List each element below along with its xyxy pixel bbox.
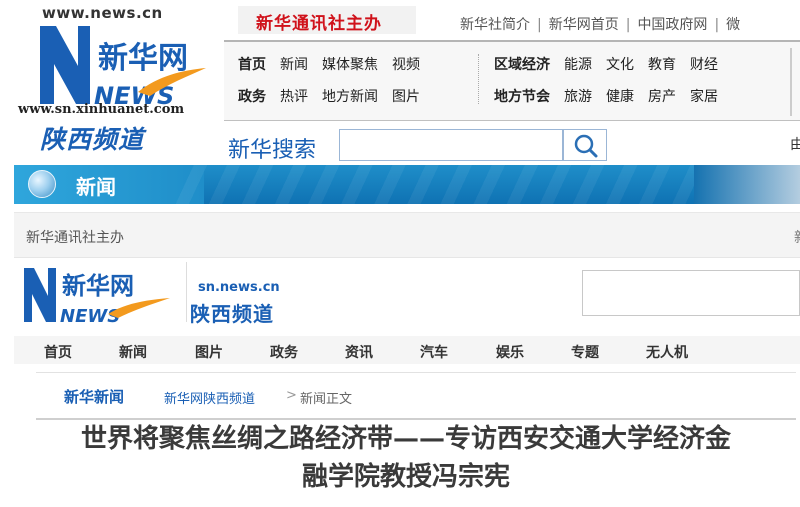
breadcrumb-top-rule: [36, 372, 796, 373]
top-link-about[interactable]: 新华社简介: [460, 17, 530, 33]
channel-url: sn.news.cn: [198, 280, 280, 295]
nav-item-realestate[interactable]: 房产: [648, 89, 676, 105]
top-link-separator: |: [714, 17, 720, 33]
breadcrumb-current: 新闻正文: [300, 392, 353, 407]
nav-row-1-right: 区域经济 能源 文化 教育 财经: [494, 54, 732, 76]
nav-row-1: 首页 新闻 媒体聚焦 视频: [238, 54, 434, 76]
nav-item-festival[interactable]: 地方节会: [494, 89, 550, 105]
globe-icon: [28, 170, 56, 198]
xinhua-news-logo-mark: NEWS 新华网: [40, 26, 206, 108]
top-link-home[interactable]: 新华网首页: [549, 17, 619, 33]
channel-nav: 首页 新闻 图片 政务 资讯 汽车 娱乐 专题 无人机: [14, 336, 800, 364]
nav-right-divider: [790, 48, 792, 116]
nav-item-home-decor[interactable]: 家居: [690, 89, 718, 105]
logo-sub-url: www.sn.xinhuanet.com: [18, 102, 185, 117]
channel-nav-ent[interactable]: 娱乐: [496, 342, 524, 362]
channel-header: NEWS 新华网 sn.news.cn 陕西频道: [14, 262, 800, 334]
channel-nav-auto[interactable]: 汽车: [420, 342, 448, 362]
nav-item-photo[interactable]: 图片: [392, 89, 420, 105]
search-input[interactable]: [339, 129, 563, 161]
nav-item-energy[interactable]: 能源: [564, 57, 592, 73]
top-link-separator: |: [537, 17, 542, 33]
main-nav: 首页 新闻 媒体聚焦 视频 政务 热评 地方新闻 图片 区域经济 能源 文化 教育 财经 地方节会旅…: [224, 42, 800, 120]
site-logo[interactable]: www.news.cn NEWS 新华网 www.sn.xinhuanet.co…: [14, 2, 214, 160]
nav-item-gov[interactable]: 政务: [238, 89, 266, 105]
breadcrumb-separator: >: [286, 388, 297, 403]
top-link-gov[interactable]: 中国政府网: [637, 17, 707, 33]
small-logo-cn: 新华网: [62, 272, 134, 300]
channel-logo-divider: [186, 262, 187, 322]
nav-bottom-rule: [224, 120, 800, 121]
nav-divider: [478, 54, 479, 104]
search-icon: [574, 134, 598, 158]
top-links: 新华社简介 | 新华网首页 | 中国政府网 | 微: [460, 14, 740, 34]
logo-brand-cn: 新华网: [98, 41, 188, 76]
breadcrumb: 新华新闻 新华网陕西频道 > 新闻正文: [36, 372, 796, 420]
nav-item-local[interactable]: 地方新闻: [322, 89, 378, 105]
channel-nav-photo[interactable]: 图片: [195, 342, 223, 362]
nav-item-comment[interactable]: 热评: [280, 89, 308, 105]
channel-nav-home[interactable]: 首页: [44, 342, 72, 362]
publisher-bar-edge-text[interactable]: 新: [794, 227, 800, 247]
nav-item-media[interactable]: 媒体聚焦: [322, 57, 378, 73]
nav-row-2: 政务 热评 地方新闻 图片: [238, 86, 434, 108]
logo-channel-name: 陕西频道: [40, 125, 145, 154]
channel-nav-drone[interactable]: 无人机: [646, 342, 688, 362]
brand-strip: 新华通讯社主办: [238, 6, 416, 34]
band-stripes: [174, 165, 694, 204]
small-logo-en: NEWS: [60, 306, 120, 326]
breadcrumb-home[interactable]: 新华新闻: [64, 386, 124, 407]
nav-item-video[interactable]: 视频: [392, 57, 420, 73]
nav-row-2-right: 地方节会 旅游 健康 房产 家居: [494, 86, 732, 108]
nav-item-region-economy[interactable]: 区域经济: [494, 57, 550, 73]
channel-name: 陕西频道: [190, 302, 274, 326]
nav-item-news[interactable]: 新闻: [280, 57, 308, 73]
xinhua-logo-small[interactable]: NEWS 新华网: [20, 264, 180, 326]
brand-strip-text: 新华通讯社主办: [256, 14, 382, 34]
search-button[interactable]: [563, 129, 607, 161]
channel-nav-info[interactable]: 资讯: [345, 342, 373, 362]
top-link-weibo[interactable]: 微: [726, 17, 740, 33]
header-right-edge-text: 由: [790, 137, 800, 153]
channel-nav-special[interactable]: 专题: [571, 342, 599, 362]
publisher-text: 新华通讯社主办: [26, 230, 124, 246]
channel-search-input[interactable]: [582, 270, 800, 316]
search-label: 新华搜索: [228, 138, 317, 163]
nav-item-education[interactable]: 教育: [648, 57, 676, 73]
news-section-band: 新闻: [14, 165, 800, 204]
nav-item-travel[interactable]: 旅游: [564, 89, 592, 105]
article-title-line-1: 世界将聚焦丝绸之路经济带——专访西安交通大学经济金: [80, 424, 731, 454]
breadcrumb-channel-link[interactable]: 新华网陕西频道: [164, 388, 255, 407]
article-title: 世界将聚焦丝绸之路经济带——专访西安交通大学经济金 融学院教授冯宗宪: [12, 420, 800, 496]
nav-item-home[interactable]: 首页: [238, 57, 266, 73]
nav-item-health[interactable]: 健康: [606, 89, 634, 105]
channel-nav-gov[interactable]: 政务: [270, 342, 298, 362]
top-link-separator: |: [625, 17, 631, 33]
nav-item-finance[interactable]: 财经: [690, 57, 718, 73]
nav-item-culture[interactable]: 文化: [606, 57, 634, 73]
publisher-bar: 新华通讯社主办 新: [14, 212, 800, 258]
channel-nav-news[interactable]: 新闻: [119, 342, 147, 362]
article-title-line-2: 融学院教授冯宗宪: [301, 462, 510, 492]
site-header: www.news.cn NEWS 新华网 www.sn.xinhuanet.co…: [0, 0, 800, 165]
news-band-title: 新闻: [76, 175, 116, 199]
band-tail: [694, 165, 800, 204]
